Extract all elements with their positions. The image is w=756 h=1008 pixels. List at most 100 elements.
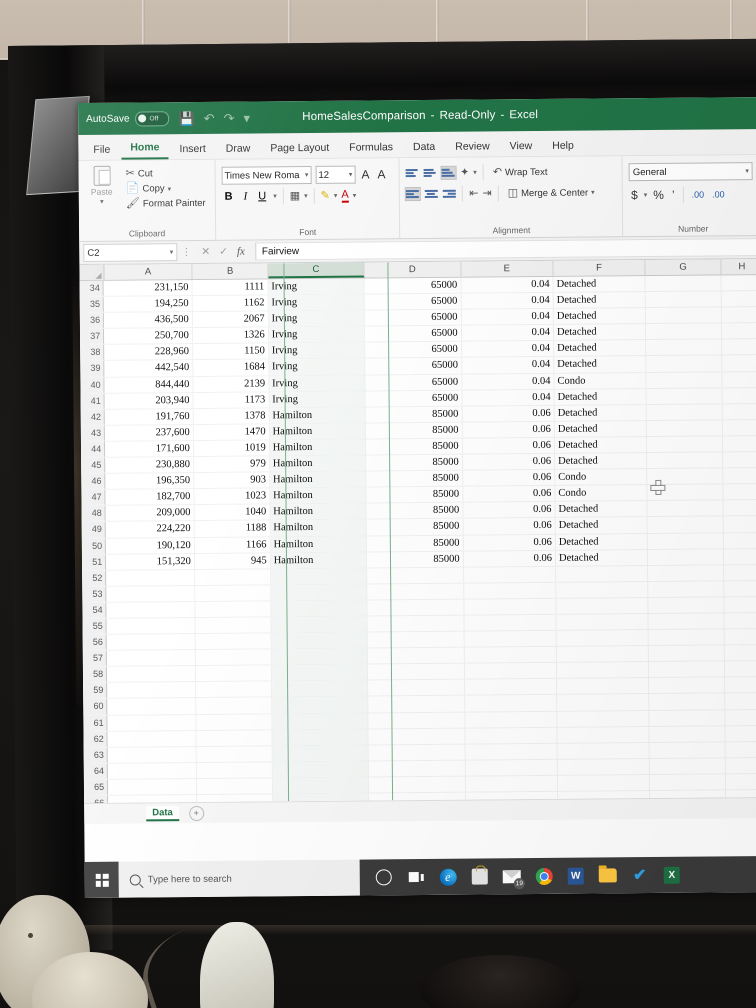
- cell-f35[interactable]: Detached: [553, 292, 647, 309]
- tab-insert[interactable]: Insert: [170, 140, 214, 159]
- decrease-decimal-button[interactable]: .00: [710, 189, 727, 199]
- cell-f56[interactable]: [556, 630, 650, 646]
- row-header[interactable]: 66: [84, 795, 109, 803]
- cell-d61[interactable]: [368, 712, 466, 729]
- align-middle-button[interactable]: [424, 167, 438, 179]
- chevron-down-icon[interactable]: ▾: [304, 192, 308, 200]
- chevron-down-icon[interactable]: ▾: [745, 167, 749, 175]
- insert-function-icon[interactable]: fx: [237, 246, 245, 258]
- cell-a48[interactable]: 209,000: [105, 505, 195, 522]
- cell-a54[interactable]: [106, 601, 196, 618]
- cell-g58[interactable]: [649, 661, 726, 678]
- cell-f51[interactable]: Detached: [555, 549, 649, 566]
- italic-button[interactable]: I: [240, 190, 252, 203]
- cell-a58[interactable]: [107, 666, 196, 683]
- cell-d51[interactable]: 85000: [366, 551, 464, 568]
- cell-h57[interactable]: [724, 645, 756, 661]
- cell-e62[interactable]: [465, 727, 558, 744]
- cell-a45[interactable]: 230,880: [105, 457, 195, 473]
- cell-f61[interactable]: [557, 710, 650, 727]
- font-color-icon[interactable]: A: [341, 188, 349, 203]
- bold-button[interactable]: B: [222, 191, 236, 203]
- cell-g40[interactable]: [646, 371, 723, 388]
- cell-d34[interactable]: 65000: [364, 277, 462, 294]
- row-header[interactable]: 62: [83, 731, 108, 747]
- cell-b60[interactable]: [196, 697, 273, 714]
- cell-b50[interactable]: 1166: [194, 536, 271, 553]
- cell-g60[interactable]: [649, 693, 726, 710]
- search-input[interactable]: Type here to search: [118, 859, 360, 898]
- cell-a44[interactable]: 171,600: [105, 440, 194, 457]
- tab-home[interactable]: Home: [121, 138, 169, 160]
- row-header[interactable]: 37: [79, 329, 105, 345]
- cell-h51[interactable]: [724, 548, 756, 565]
- cell-a53[interactable]: [106, 585, 196, 602]
- cell-b59[interactable]: [195, 681, 272, 698]
- cell-a56[interactable]: [106, 634, 196, 650]
- cell-a59[interactable]: [107, 682, 197, 699]
- chevron-down-icon[interactable]: ▾: [273, 192, 277, 200]
- cell-b40[interactable]: 2139: [193, 375, 270, 392]
- row-header[interactable]: 42: [80, 409, 105, 425]
- mail-icon[interactable]: 19: [502, 866, 525, 890]
- row-header[interactable]: 39: [80, 361, 105, 377]
- cell-f41[interactable]: Detached: [554, 388, 647, 405]
- cell-f48[interactable]: Detached: [555, 501, 648, 518]
- cell-a49[interactable]: 224,220: [105, 521, 195, 538]
- cell-f63[interactable]: [557, 742, 651, 759]
- cell-a61[interactable]: [107, 714, 197, 731]
- row-header[interactable]: 52: [82, 570, 107, 586]
- formula-input[interactable]: Fairview: [254, 238, 756, 261]
- cell-g50[interactable]: [648, 532, 725, 549]
- cell-a39[interactable]: 442,540: [104, 360, 194, 377]
- cell-h63[interactable]: [725, 741, 756, 758]
- row-header[interactable]: 51: [81, 554, 107, 570]
- cell-h58[interactable]: [725, 661, 756, 677]
- cell-a63[interactable]: [107, 746, 197, 763]
- cell-g42[interactable]: [646, 404, 723, 420]
- cell-d49[interactable]: 85000: [366, 519, 464, 535]
- increase-font-size-button[interactable]: A: [359, 167, 371, 181]
- cell-f53[interactable]: [556, 581, 649, 598]
- chevron-down-icon[interactable]: ▾: [334, 192, 338, 200]
- cell-g57[interactable]: [649, 645, 726, 662]
- ribbon[interactable]: Paste ▾ ✂ Cut 📄 Copy ▾ 🖌 Format Painter …: [78, 155, 756, 242]
- cell-a38[interactable]: 228,960: [104, 344, 194, 361]
- cell-h50[interactable]: [723, 532, 756, 548]
- cell-h45[interactable]: [723, 452, 756, 468]
- cell-b63[interactable]: [196, 746, 273, 762]
- cell-g35[interactable]: [645, 291, 722, 308]
- cell-d44[interactable]: 85000: [365, 438, 463, 455]
- cell-b61[interactable]: [196, 713, 273, 730]
- cell-a47[interactable]: 182,700: [105, 489, 195, 506]
- cell-h47[interactable]: [723, 484, 756, 500]
- tab-review[interactable]: Review: [446, 137, 499, 156]
- cell-g36[interactable]: [646, 307, 723, 324]
- cell-d62[interactable]: [368, 728, 466, 745]
- cell-e58[interactable]: [464, 663, 558, 679]
- align-bottom-button[interactable]: [441, 165, 458, 180]
- row-header[interactable]: 38: [80, 345, 105, 361]
- fill-color-icon[interactable]: ✎: [321, 189, 330, 201]
- chevron-down-icon[interactable]: ▾: [644, 191, 648, 199]
- tab-help[interactable]: Help: [543, 137, 583, 156]
- column-header-g[interactable]: G: [645, 259, 722, 276]
- cell-a35[interactable]: 194,250: [103, 296, 193, 312]
- cell-e52[interactable]: [463, 566, 557, 583]
- decrease-indent-icon[interactable]: ⇤: [469, 187, 478, 199]
- cell-h60[interactable]: [725, 693, 756, 709]
- cell-e64[interactable]: [465, 759, 558, 776]
- chevron-down-icon[interactable]: ▾: [305, 171, 309, 179]
- cell-h52[interactable]: [724, 564, 756, 581]
- row-header[interactable]: 65: [83, 779, 109, 795]
- cell-e40[interactable]: 0.04: [462, 373, 555, 390]
- cell-f64[interactable]: [557, 758, 651, 775]
- row-header[interactable]: 43: [80, 425, 106, 441]
- cell-g51[interactable]: [648, 548, 725, 565]
- cell-e61[interactable]: [464, 711, 558, 728]
- spreadsheet-grid[interactable]: A B C D E F G H 34231,1501111Irving65000…: [79, 259, 756, 803]
- cell-a37[interactable]: 250,700: [104, 328, 193, 345]
- select-all-corner[interactable]: [79, 264, 105, 280]
- cell-d38[interactable]: 65000: [364, 342, 462, 358]
- row-header[interactable]: 59: [83, 683, 108, 699]
